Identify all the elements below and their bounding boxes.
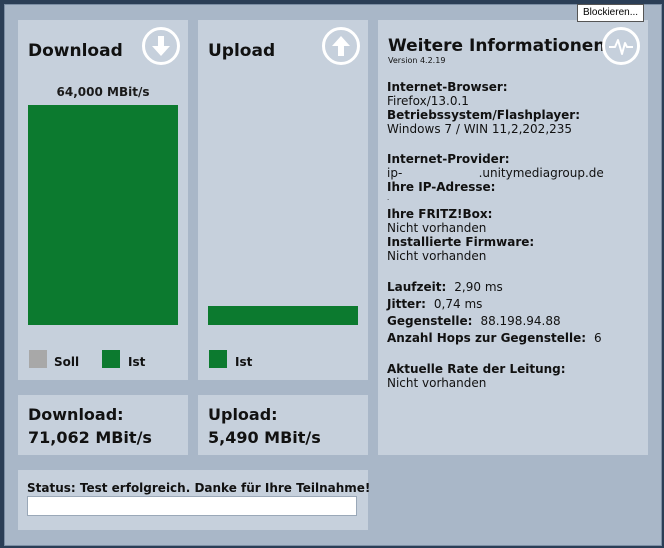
info-provider-label: Internet-Provider: (387, 152, 510, 166)
legend-soll-swatch (29, 350, 47, 368)
info-os-label: Betriebssystem/Flashplayer: (387, 108, 580, 122)
pulse-icon (602, 27, 640, 65)
info-os-value: Windows 7 / WIN 11,2,202,235 (387, 122, 573, 136)
info-hops-value: 6 (594, 331, 602, 345)
info-fritz-value: Nicht vorhanden (387, 221, 487, 235)
download-title: Download (28, 41, 123, 61)
download-result-label: Download: (28, 405, 124, 424)
info-title: Weitere Informationen (388, 36, 606, 56)
info-ip-value: . (387, 194, 390, 202)
info-version: Version 4.2.19 (388, 56, 446, 65)
upload-result-value: 5,490 MBit/s (208, 428, 321, 447)
block-plugin-button[interactable]: Blockieren... (577, 4, 645, 22)
info-gegenstelle-value: 88.198.94.88 (480, 314, 561, 328)
info-browser-value: Firefox/13.0.1 (387, 94, 469, 108)
upload-result-label: Upload: (208, 405, 278, 424)
upload-bar-track (208, 105, 358, 325)
legend-ist-label: Ist (128, 355, 146, 369)
info-jitter-label: Jitter: (387, 297, 426, 311)
upload-title: Upload (208, 41, 276, 61)
info-list: Internet-Browser: Firefox/13.0.1 Betrieb… (387, 80, 647, 390)
info-ip-label: Ihre IP-Adresse: (387, 180, 496, 194)
upload-arrow-icon (322, 27, 360, 65)
info-rate-value: Nicht vorhanden (387, 376, 487, 390)
info-gegenstelle-label: Gegenstelle: (387, 314, 473, 328)
info-hops-label: Anzahl Hops zur Gegenstelle: (387, 331, 587, 345)
info-hops-row: Anzahl Hops zur Gegenstelle: 6 (387, 331, 647, 345)
info-laufzeit-label: Laufzeit: (387, 280, 447, 294)
info-laufzeit-row: Laufzeit: 2,90 ms (387, 280, 647, 294)
info-provider-value: ip- .unitymediagroup.de (387, 166, 604, 180)
info-jitter-row: Jitter: 0,74 ms (387, 297, 647, 311)
status-message: Status: Test erfolgreich. Danke für Ihre… (27, 481, 371, 495)
info-laufzeit-value: 2,90 ms (454, 280, 503, 294)
info-gegenstelle-row: Gegenstelle: 88.198.94.88 (387, 314, 647, 328)
upload-legend-ist-label: Ist (235, 355, 253, 369)
info-firmware-value: Nicht vorhanden (387, 249, 487, 263)
download-ist-bar (28, 105, 178, 325)
info-jitter-value: 0,74 ms (433, 297, 483, 311)
info-fritz-label: Ihre FRITZ!Box: (387, 207, 493, 221)
download-result-value: 71,062 MBit/s (28, 428, 152, 447)
info-browser-label: Internet-Browser: (387, 80, 508, 94)
legend-soll-label: Soll (54, 355, 80, 369)
download-rate-label: 64,000 MBit/s (56, 85, 150, 99)
info-rate-label: Aktuelle Rate der Leitung: (387, 362, 566, 376)
download-arrow-icon (142, 27, 180, 65)
upload-ist-bar (208, 306, 358, 325)
download-bar-track (28, 105, 178, 325)
info-firmware-label: Installierte Firmware: (387, 235, 535, 249)
status-field (27, 496, 357, 516)
legend-ist-swatch (102, 350, 120, 368)
upload-legend-ist-swatch (209, 350, 227, 368)
